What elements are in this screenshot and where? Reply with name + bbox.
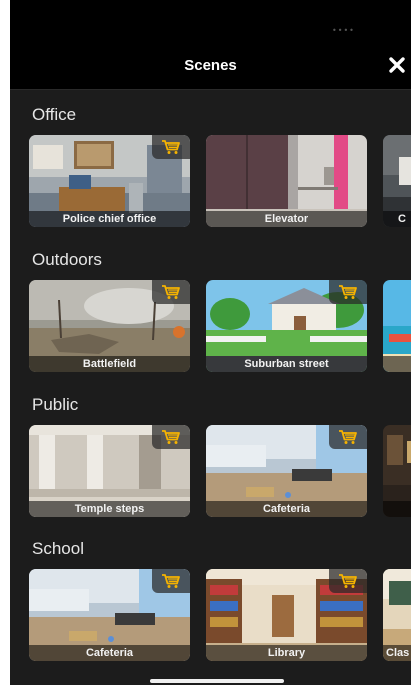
- scene-card-label: Cafeteria: [206, 501, 367, 517]
- locked-badge: [329, 280, 367, 304]
- section-title: Office: [32, 105, 77, 124]
- status-dots: ••••: [332, 26, 355, 35]
- section-title: Outdoors: [32, 250, 102, 269]
- scene-card-label: Library: [206, 645, 367, 661]
- scene-card-temple-steps[interactable]: Temple steps: [29, 425, 190, 517]
- card-row: Police chief office Elevator C: [29, 135, 411, 227]
- scene-card-label: [383, 501, 411, 517]
- scene-card-label: Battlefield: [29, 356, 190, 372]
- locked-badge: [329, 569, 367, 593]
- scene-card-label: Cafeteria: [29, 645, 190, 661]
- shopping-cart-icon: [339, 574, 357, 588]
- scene-card-label: Elevator: [206, 211, 367, 227]
- locked-badge: [152, 569, 190, 593]
- scene-card-label: Clas: [383, 645, 411, 661]
- close-icon: [389, 57, 405, 73]
- scenes-screen: •••• Scenes Office Police chief office E…: [10, 0, 411, 685]
- screenshot-frame-right: [411, 0, 415, 687]
- shopping-cart-icon: [162, 285, 180, 299]
- scene-card-library[interactable]: Library: [206, 569, 367, 661]
- shopping-cart-icon: [162, 574, 180, 588]
- locked-badge: [152, 135, 190, 159]
- shopping-cart-icon: [162, 430, 180, 444]
- scene-card-label: [383, 356, 411, 372]
- section-title: School: [32, 539, 84, 558]
- page-title: Scenes: [184, 57, 237, 74]
- scene-card-label: Police chief office: [29, 211, 190, 227]
- locked-badge: [152, 425, 190, 449]
- shopping-cart-icon: [339, 430, 357, 444]
- scene-card-battlefield[interactable]: Battlefield: [29, 280, 190, 372]
- scene-card-outdoors-more[interactable]: [383, 280, 411, 372]
- locked-badge: [152, 280, 190, 304]
- scene-card-school-cafeteria[interactable]: Cafeteria: [29, 569, 190, 661]
- screenshot-frame-left: [0, 0, 10, 687]
- scene-card-office-more[interactable]: C: [383, 135, 411, 227]
- scene-card-elevator[interactable]: Elevator: [206, 135, 367, 227]
- scene-card-public-more[interactable]: [383, 425, 411, 517]
- home-indicator[interactable]: [150, 679, 284, 683]
- status-bar: ••••: [10, 0, 411, 40]
- scene-card-cafeteria[interactable]: Cafeteria: [206, 425, 367, 517]
- scene-card-classroom[interactable]: Clas: [383, 569, 411, 661]
- scene-card-label: Suburban street: [206, 356, 367, 372]
- card-row: Battlefield Suburban street: [29, 280, 411, 372]
- shopping-cart-icon: [339, 285, 357, 299]
- locked-badge: [329, 425, 367, 449]
- card-row: Cafeteria Library Clas: [29, 569, 411, 661]
- scene-card-label: C: [383, 211, 411, 227]
- shopping-cart-icon: [162, 140, 180, 154]
- section-title: Public: [32, 395, 79, 414]
- header-bar: Scenes: [10, 40, 411, 90]
- scene-card-suburban-street[interactable]: Suburban street: [206, 280, 367, 372]
- close-button[interactable]: [387, 55, 407, 75]
- card-row: Temple steps Cafeteria: [29, 425, 411, 517]
- scene-card-police-chief-office[interactable]: Police chief office: [29, 135, 190, 227]
- scene-card-label: Temple steps: [29, 501, 190, 517]
